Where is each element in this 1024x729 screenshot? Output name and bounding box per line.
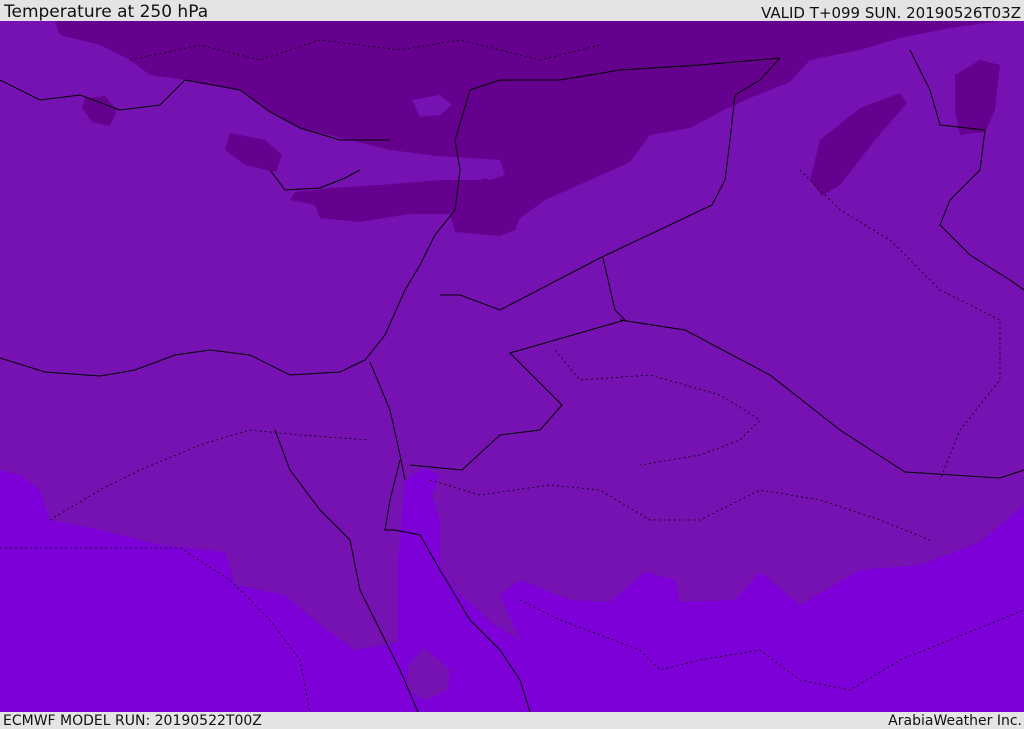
temperature-map[interactable]	[0, 21, 1024, 712]
credit-label: ArabiaWeather Inc.	[888, 713, 1022, 729]
valid-time: VALID T+099 SUN. 20190526T03Z	[761, 4, 1021, 22]
model-run-label: ECMWF MODEL RUN: 20190522T00Z	[3, 713, 262, 729]
header-bar: Temperature at 250 hPa VALID T+099 SUN. …	[0, 0, 1024, 22]
footer-bar: ECMWF MODEL RUN: 20190522T00Z ArabiaWeat…	[0, 712, 1024, 729]
map-title: Temperature at 250 hPa	[4, 2, 209, 22]
